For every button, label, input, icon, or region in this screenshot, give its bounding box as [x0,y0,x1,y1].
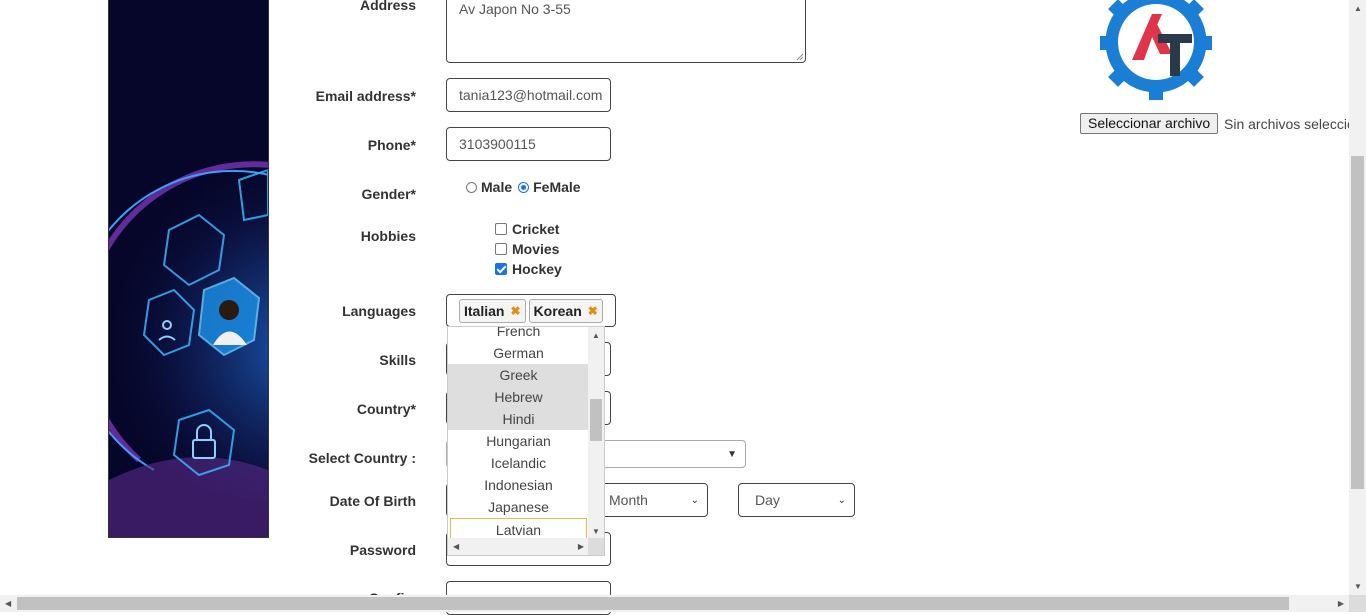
language-option[interactable]: Icelandic [448,452,589,474]
phone-label: Phone* [367,137,416,153]
page-horizontal-scrollbar[interactable]: ◀ ▶ [0,595,1349,612]
address-label: Address [359,0,416,13]
email-label: Email address* [315,88,416,104]
hobby-movies-checkbox[interactable] [495,243,507,255]
dropdown-horizontal-scrollbar[interactable]: ◀ ▶ [448,538,589,555]
scroll-up-icon[interactable]: ▲ [1354,4,1362,13]
country-label: Country* [356,401,416,417]
remove-tag-icon[interactable]: ✖ [510,304,520,318]
language-tag-italian: Italian ✖ [459,299,526,323]
scroll-left-icon[interactable]: ◀ [5,599,11,608]
language-tag-korean: Korean ✖ [528,299,603,323]
phone-field[interactable]: 3103900115 [446,127,611,161]
automation-testing-gear-logo [1100,0,1212,100]
scroll-right-icon[interactable]: ▶ [1338,599,1344,608]
side-banner [108,0,269,538]
gender-female-label: FeMale [533,179,581,195]
dropdown-scroll-thumb[interactable] [590,399,602,441]
language-option[interactable]: Greek [448,364,589,386]
gender-female-radio[interactable] [518,181,530,193]
select-country-label: Select Country : [308,450,416,466]
chevron-down-icon: ⌄ [690,494,699,506]
scroll-down-icon[interactable]: ▼ [592,527,600,536]
scroll-right-icon[interactable]: ▶ [578,542,584,551]
chevron-down-icon: ▼ [727,448,737,460]
language-option[interactable]: Hindi [448,408,589,430]
scrollbar-corner [588,538,604,555]
scroll-up-icon[interactable]: ▲ [592,331,600,340]
file-status-text: Sin archivos seleccionados [1224,116,1366,132]
dob-month-select[interactable]: Month ⌄ [598,483,708,517]
hobby-hockey-checkbox[interactable] [495,263,507,275]
hobby-hockey-label: Hockey [512,261,562,277]
language-tag-label: Korean [533,303,582,319]
languages-multiselect[interactable]: Italian ✖ Korean ✖ [446,294,616,327]
choose-file-button[interactable]: Seleccionar archivo [1080,113,1219,134]
language-dropdown-list[interactable]: French German Greek Hebrew Hindi Hungari… [447,326,605,556]
language-option-focused[interactable]: Latvian [450,518,587,540]
hobby-cricket-checkbox[interactable] [495,223,507,235]
language-option[interactable]: German [448,342,589,364]
password-label: Password [349,542,416,558]
scrollbar-corner [1349,595,1366,612]
language-option[interactable]: Hungarian [448,430,589,452]
gender-male-label: Male [481,179,513,195]
scroll-left-icon[interactable]: ◀ [453,542,459,551]
remove-tag-icon[interactable]: ✖ [588,304,598,318]
resize-handle-icon[interactable] [796,53,804,61]
dob-month-value: Month [609,492,648,508]
hobbies-label: Hobbies [360,228,416,244]
dob-label: Date Of Birth [329,493,416,509]
hobby-movies-label: Movies [512,241,560,257]
gender-label: Gender* [361,186,416,202]
scroll-down-icon[interactable]: ▼ [1354,582,1362,591]
language-tag-label: Italian [464,303,505,319]
address-textarea[interactable]: Av Japon No 3-55 [446,0,806,63]
language-option[interactable]: French [448,327,589,342]
gender-male-radio[interactable] [466,181,477,193]
dob-day-select[interactable]: Day ⌄ [738,483,855,517]
dob-day-value: Day [755,492,780,508]
email-field[interactable]: tania123@hotmail.com [446,78,611,112]
skills-label: Skills [379,352,416,368]
chevron-down-icon: ⌄ [837,494,846,506]
page-vertical-scrollbar[interactable]: ▲ ▼ [1349,0,1366,595]
page-horizontal-scroll-thumb[interactable] [17,597,1289,610]
page-vertical-scroll-thumb[interactable] [1351,156,1364,489]
hobby-cricket-label: Cricket [512,221,560,237]
language-option[interactable]: Indonesian [448,474,589,496]
language-option[interactable]: Japanese [448,496,589,518]
dropdown-vertical-scrollbar[interactable]: ▲ ▼ [588,327,604,540]
banner-artwork [109,0,268,537]
language-option[interactable]: Hebrew [448,386,589,408]
languages-label: Languages [342,303,416,319]
